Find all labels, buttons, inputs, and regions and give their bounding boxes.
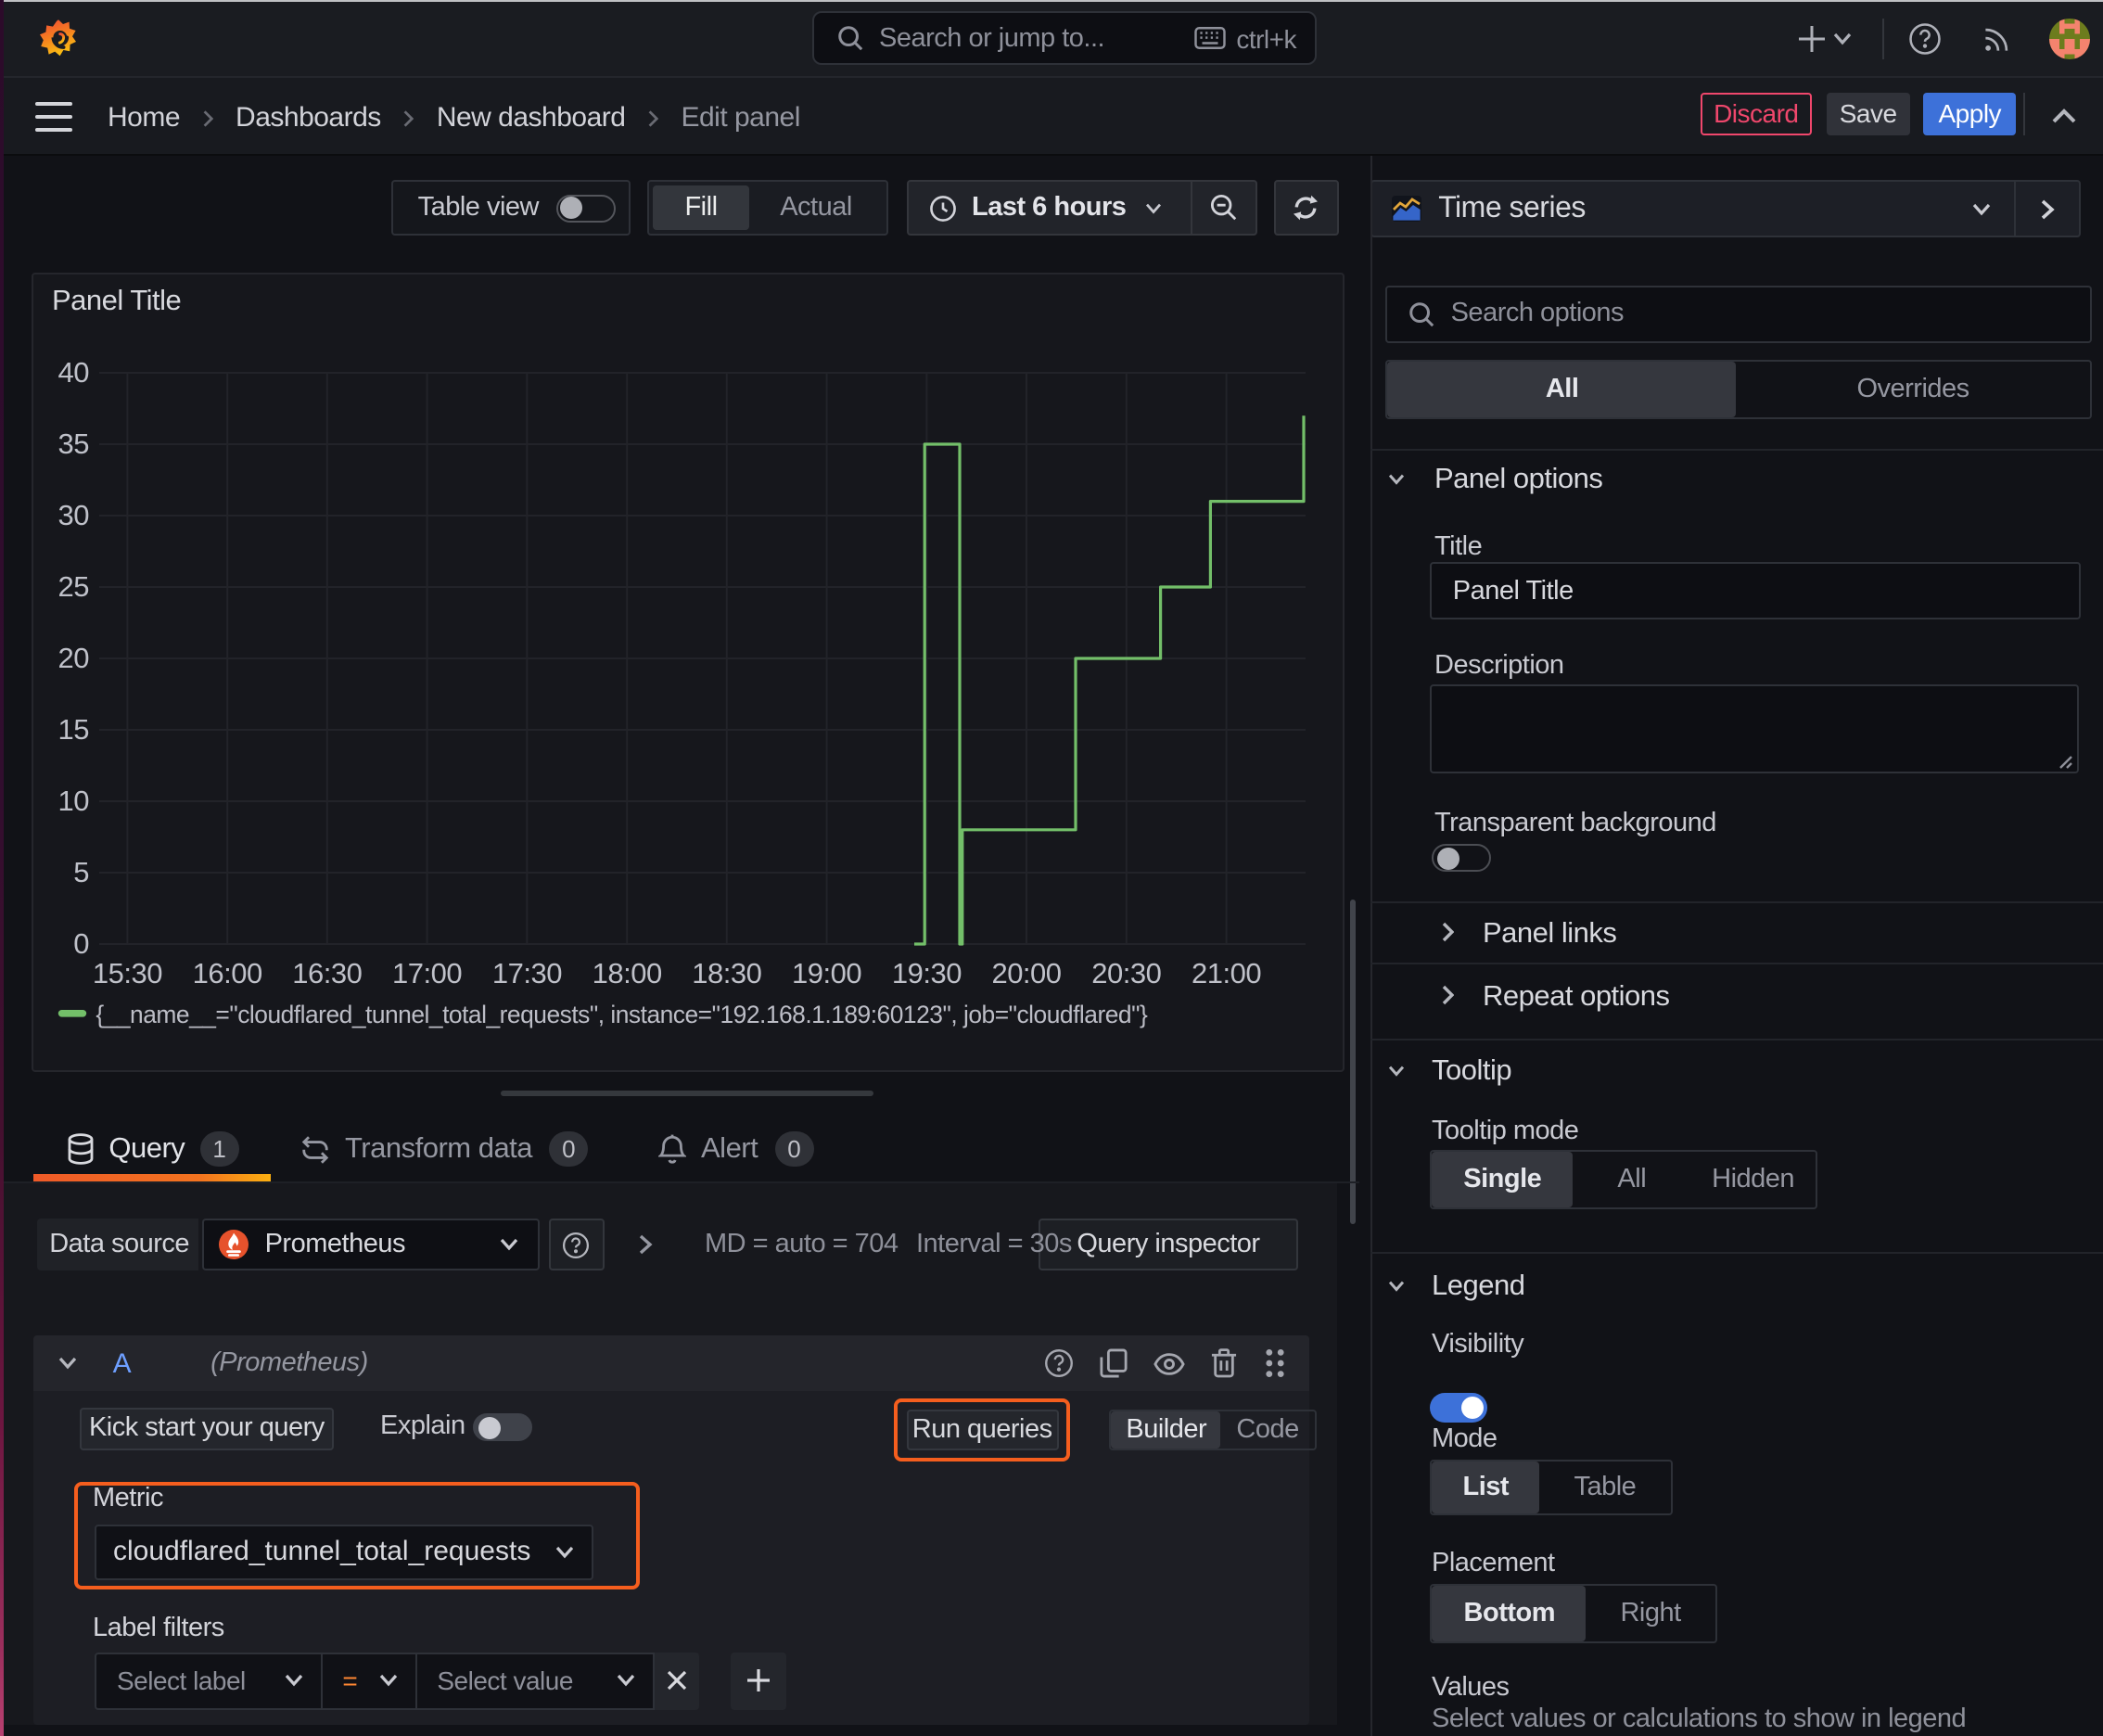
svg-text:15:30: 15:30 — [93, 957, 162, 989]
svg-text:20:30: 20:30 — [1091, 957, 1161, 989]
svg-text:15: 15 — [58, 713, 89, 746]
svg-text:35: 35 — [58, 428, 89, 460]
svg-text:30: 30 — [58, 499, 90, 531]
svg-text:18:30: 18:30 — [692, 957, 761, 989]
svg-text:18:00: 18:00 — [593, 957, 662, 989]
svg-text:19:30: 19:30 — [892, 957, 962, 989]
svg-text:20:00: 20:00 — [991, 957, 1061, 989]
svg-text:25: 25 — [58, 570, 89, 603]
svg-text:21:00: 21:00 — [1192, 957, 1261, 989]
svg-text:40: 40 — [58, 356, 90, 389]
svg-text:17:00: 17:00 — [392, 957, 462, 989]
svg-text:16:00: 16:00 — [193, 957, 262, 989]
svg-text:10: 10 — [58, 785, 90, 817]
svg-text:20: 20 — [58, 642, 90, 674]
svg-text:19:00: 19:00 — [792, 957, 861, 989]
svg-text:5: 5 — [73, 856, 89, 888]
svg-text:16:30: 16:30 — [292, 957, 362, 989]
svg-text:17:30: 17:30 — [492, 957, 562, 989]
svg-text:{__name__="cloudflared_tunnel_: {__name__="cloudflared_tunnel_total_requ… — [96, 1001, 1148, 1028]
svg-text:0: 0 — [73, 927, 89, 960]
